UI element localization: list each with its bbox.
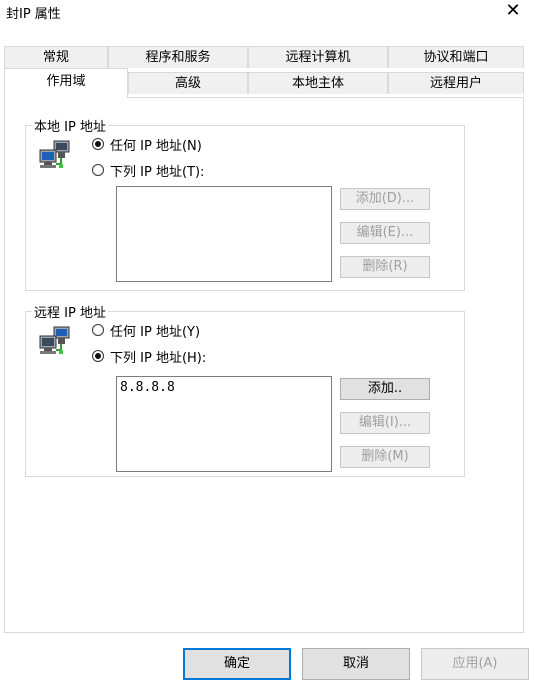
local-edit-button[interactable]: 编辑(E)...	[340, 222, 430, 244]
local-ip-list[interactable]	[116, 186, 332, 282]
remote-add-button[interactable]: 添加..	[340, 378, 430, 400]
window-title: 封IP 属性	[6, 7, 61, 22]
apply-button[interactable]: 应用(A)	[421, 648, 529, 680]
remote-these-ip-radio-mark[interactable]	[92, 350, 104, 362]
local-remove-button[interactable]: 删除(R)	[340, 256, 430, 278]
remote-ip-group: 远程 IP 地址 任何 IP 地址(Y) 下列 IP 地址(H): 8.8.8.…	[25, 302, 465, 477]
tab-remote-users[interactable]: 远程用户	[388, 72, 524, 94]
network-computers-icon	[39, 326, 70, 354]
ok-button[interactable]: 确定	[183, 648, 291, 680]
tab-scope[interactable]: 作用域	[4, 68, 128, 98]
tab-advanced[interactable]: 高级	[128, 72, 248, 94]
local-any-ip-radio[interactable]: 任何 IP 地址(N)	[92, 134, 202, 154]
local-these-ip-label: 下列 IP 地址(T):	[110, 164, 205, 180]
remote-remove-button[interactable]: 删除(M)	[340, 446, 430, 468]
tab-remote-computers[interactable]: 远程计算机	[248, 46, 388, 68]
local-add-button[interactable]: 添加(D)...	[340, 188, 430, 210]
cancel-button[interactable]: 取消	[302, 648, 410, 680]
local-these-ip-radio-mark[interactable]	[92, 164, 104, 176]
remote-any-ip-radio[interactable]: 任何 IP 地址(Y)	[92, 320, 200, 340]
local-any-ip-label: 任何 IP 地址(N)	[110, 138, 202, 154]
remote-any-ip-radio-mark[interactable]	[92, 324, 104, 336]
remote-ip-list[interactable]: 8.8.8.8	[116, 376, 332, 472]
close-icon[interactable]: ✕	[502, 0, 524, 22]
local-any-ip-radio-mark[interactable]	[92, 138, 104, 150]
tab-protocols-ports[interactable]: 协议和端口	[388, 46, 524, 68]
remote-these-ip-label: 下列 IP 地址(H):	[110, 350, 207, 366]
local-these-ip-radio[interactable]: 下列 IP 地址(T):	[92, 160, 204, 180]
network-computers-icon	[39, 140, 70, 168]
title-bar: 封IP 属性 ✕	[0, 0, 534, 30]
remote-ip-list-item[interactable]: 8.8.8.8	[120, 380, 328, 395]
local-ip-title: 本地 IP 地址	[32, 116, 108, 135]
remote-any-ip-label: 任何 IP 地址(Y)	[110, 324, 201, 340]
remote-edit-button[interactable]: 编辑(I)...	[340, 412, 430, 434]
scope-panel: 本地 IP 地址 任何 IP 地址(N) 下列 IP 地址(T): 添加(D).…	[4, 97, 524, 633]
tab-programs-services[interactable]: 程序和服务	[108, 46, 248, 68]
tab-local-principals[interactable]: 本地主体	[248, 72, 388, 94]
remote-these-ip-radio[interactable]: 下列 IP 地址(H):	[92, 346, 206, 366]
remote-ip-title: 远程 IP 地址	[32, 302, 108, 321]
tab-general[interactable]: 常规	[4, 46, 108, 68]
local-ip-group: 本地 IP 地址 任何 IP 地址(N) 下列 IP 地址(T): 添加(D).…	[25, 116, 465, 291]
